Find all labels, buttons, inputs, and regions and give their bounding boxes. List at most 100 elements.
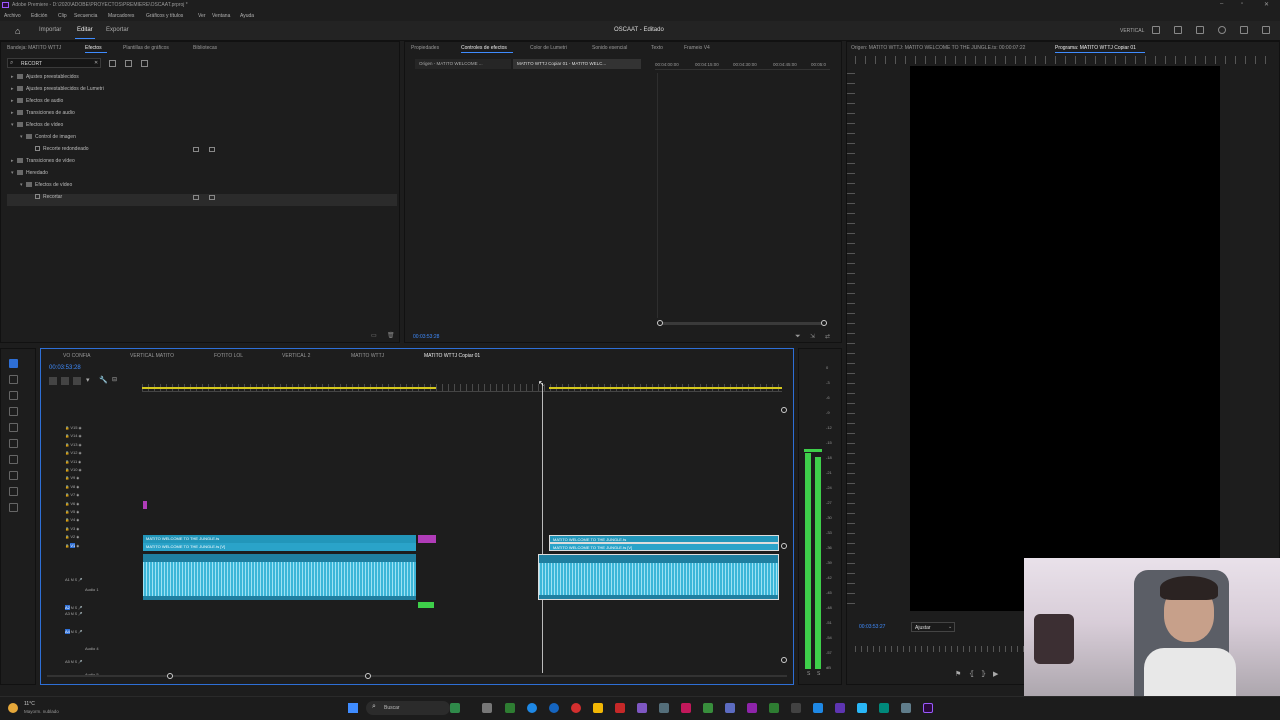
video-track-header[interactable]: 🔒 V3 ◉: [65, 526, 79, 531]
vscroll-handle-bottom[interactable]: [781, 657, 787, 663]
filter-icon[interactable]: ⏷: [795, 333, 801, 341]
slip-tool-icon[interactable]: [9, 423, 18, 432]
tab-propiedades[interactable]: Propiedades: [411, 45, 439, 51]
pen-tool-icon[interactable]: [9, 439, 18, 448]
share-icon[interactable]: [1174, 26, 1182, 34]
taskbar-app-icon[interactable]: [791, 703, 801, 713]
vscroll-handle[interactable]: [781, 543, 787, 549]
effect-item[interactable]: Recorte redondeado: [7, 146, 397, 158]
video-track-header[interactable]: 🔒 V13 ◉: [65, 442, 82, 447]
menu-ayuda[interactable]: Ayuda: [240, 13, 254, 19]
effects-search-input[interactable]: RECORT: [21, 61, 42, 67]
tab-importar[interactable]: Importar: [39, 27, 61, 33]
eye-icon[interactable]: ◉: [75, 527, 79, 531]
menu-clip[interactable]: Clip: [58, 13, 67, 19]
tab-frameio[interactable]: Frameio V4: [684, 45, 710, 51]
timeline-hscroll[interactable]: [47, 673, 787, 679]
eye-icon[interactable]: ◉: [77, 426, 81, 430]
solo-icon[interactable]: S: [807, 671, 810, 677]
vscroll-handle-top[interactable]: [781, 407, 787, 413]
taskbar-settings-icon[interactable]: [901, 703, 911, 713]
eye-icon[interactable]: ◉: [75, 535, 79, 539]
video-clip-v1-right[interactable]: MATITO WELCOME TO THE JUNGLE.ts [V]: [549, 543, 779, 551]
effects-search-field[interactable]: ⌕ RECORT ✕: [7, 58, 101, 68]
video-track-header[interactable]: 🔒 V6 ◉: [65, 501, 79, 506]
mute-solo-icon[interactable]: M S 🎤: [70, 660, 83, 664]
tab-color-lumetri[interactable]: Color de Lumetri: [530, 45, 567, 51]
menu-graficos[interactable]: Gráficos y títulos: [146, 13, 183, 19]
scroll-handle-left[interactable]: [657, 320, 663, 326]
weather-desc[interactable]: Mayorm. nublado: [24, 709, 59, 714]
volume-icon[interactable]: [1240, 26, 1248, 34]
video-track-header[interactable]: 🔒 V2 ◉: [65, 534, 79, 539]
32bit-effects-icon[interactable]: [125, 60, 132, 67]
taskbar-app-icon[interactable]: [879, 703, 889, 713]
windows-start-icon[interactable]: [348, 703, 358, 713]
program-timecode[interactable]: 00:03:53:27: [859, 624, 885, 630]
home-icon[interactable]: ⌂: [15, 26, 20, 36]
eye-icon[interactable]: ◉: [75, 510, 79, 514]
tab-origen[interactable]: Origen: MATITO WTTJ: MATITO WELCOME TO T…: [851, 45, 1025, 51]
video-clip-v2[interactable]: MATITO WELCOME TO THE JUNGLE.ts: [143, 535, 416, 543]
workspace-label[interactable]: VERTICAL: [1120, 28, 1144, 34]
taskbar-explorer-icon[interactable]: [593, 703, 603, 713]
mute-solo-icon[interactable]: M S 🎤: [70, 630, 83, 634]
video-clip-v1[interactable]: MATITO WELCOME TO THE JUNGLE.ts [V]: [143, 543, 416, 551]
seq-tab[interactable]: MATITO WTTJ: [351, 353, 384, 359]
play-icon[interactable]: ▶: [993, 670, 998, 678]
selection-tool-icon[interactable]: [9, 359, 18, 368]
video-track-header[interactable]: 🔒 V11 ◉: [65, 459, 81, 464]
export-icon[interactable]: ⇲: [810, 333, 815, 340]
effects-folder[interactable]: ▾ Heredado: [7, 170, 397, 182]
audio-track-header[interactable]: A5 M S 🎤: [65, 659, 82, 664]
new-bin-icon[interactable]: ▭: [371, 332, 377, 339]
mute-solo-icon[interactable]: M S 🎤: [70, 578, 83, 582]
tab-bandeja[interactable]: Bandeja: MATITO WTTJ: [7, 45, 61, 51]
audio-track-header[interactable]: A3 M S 🎤: [65, 611, 82, 616]
tab-sonido-esencial[interactable]: Sonido esencial: [592, 45, 627, 51]
taskbar-chrome-icon[interactable]: [527, 703, 537, 713]
taskbar-app-icon[interactable]: [747, 703, 757, 713]
taskbar-app-icon[interactable]: [615, 703, 625, 713]
mute-solo-icon[interactable]: M S 🎤: [70, 612, 83, 616]
type-tool-icon[interactable]: [9, 487, 18, 496]
menu-archivo[interactable]: Archivo: [4, 13, 21, 19]
tab-texto[interactable]: Texto: [651, 45, 663, 51]
mute-solo-icon[interactable]: M S 🎤: [70, 606, 83, 610]
taskbar-app-icon[interactable]: [659, 703, 669, 713]
effects-folder[interactable]: ▾ Control de imagen: [7, 134, 397, 146]
menu-ventana[interactable]: Ventana: [212, 13, 230, 19]
sequence-subtab[interactable]: MATITO WTTJ Copiar 01 - MATITO WELC...: [513, 59, 641, 69]
mark-out-icon[interactable]: ⦄: [981, 670, 986, 678]
seq-tab[interactable]: FOTITO LOL: [214, 353, 243, 359]
effects-folder[interactable]: ▸ Ajustes preestablecidos de Lumetri: [7, 86, 397, 98]
tab-efectos[interactable]: Efectos: [85, 45, 102, 51]
small-clip[interactable]: [143, 501, 147, 509]
accelerated-effects-icon[interactable]: [109, 60, 116, 67]
eye-icon[interactable]: ◉: [75, 502, 79, 506]
menu-secuencia[interactable]: Secuencia: [74, 13, 97, 19]
clear-search-icon[interactable]: ✕: [94, 60, 98, 66]
video-track-header[interactable]: 🔒 V10 ◉: [65, 467, 82, 472]
effects-folder[interactable]: ▾ Efectos de vídeo: [7, 122, 397, 134]
video-track-header[interactable]: 🔒 V1 ◉: [65, 542, 79, 548]
taskbar-search[interactable]: ⌕ Buscar: [366, 701, 450, 715]
tab-programa[interactable]: Programa: MATITO WTTJ Copiar 01: [1055, 45, 1136, 51]
source-subtab[interactable]: Origen - MATITO WELCOME ...: [415, 59, 511, 69]
tab-bibliotecas[interactable]: Bibliotecas: [193, 45, 217, 51]
expand-icon[interactable]: [1262, 26, 1270, 34]
layout-icon[interactable]: [1152, 26, 1160, 34]
eye-icon[interactable]: ◉: [77, 460, 81, 464]
razor-tool-icon[interactable]: [9, 407, 18, 416]
green-audio-clip[interactable]: [418, 602, 434, 608]
seq-tab-active[interactable]: MATITO WTTJ Copiar 01: [424, 353, 480, 359]
taskbar-app-icon[interactable]: [637, 703, 647, 713]
taskbar-edge-icon[interactable]: [549, 703, 559, 713]
eye-icon[interactable]: ◉: [77, 468, 81, 472]
eye-icon[interactable]: ◉: [75, 493, 79, 497]
video-track-header[interactable]: 🔒 V8 ◉: [65, 484, 79, 489]
hand-tool-icon[interactable]: [9, 471, 18, 480]
tab-editar[interactable]: Editar: [75, 27, 95, 39]
taskbar-app-icon[interactable]: [681, 703, 691, 713]
tab-controles-efectos[interactable]: Controles de efectos: [461, 45, 507, 51]
